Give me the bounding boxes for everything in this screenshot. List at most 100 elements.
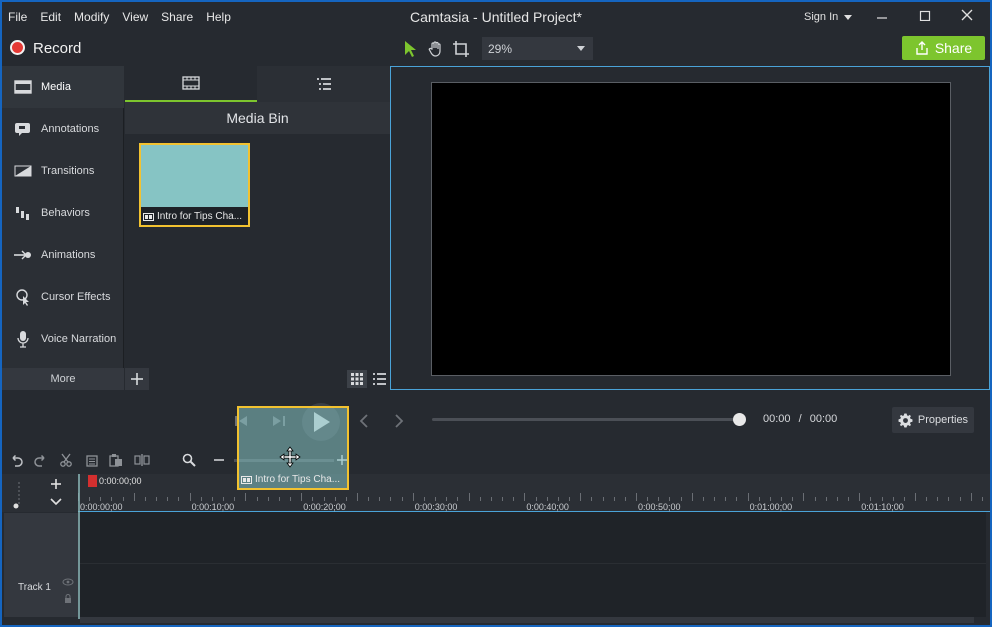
clip-name: Intro for Tips Cha... xyxy=(255,474,341,485)
ruler-tick xyxy=(903,497,905,501)
scrubber-handle[interactable] xyxy=(733,413,746,426)
ruler-tick xyxy=(368,497,370,501)
ruler-tick xyxy=(513,497,515,501)
playback-scrubber[interactable] xyxy=(432,418,740,421)
tool-cursor-effects[interactable]: Cursor Effects xyxy=(2,276,124,318)
playhead-marker[interactable] xyxy=(88,475,97,487)
tool-behaviors[interactable]: Behaviors xyxy=(2,192,124,234)
track-name: Track 1 xyxy=(18,582,51,593)
tool-annotations[interactable]: Annotations xyxy=(2,108,124,150)
media-clip-thumbnail[interactable]: Intro for Tips Cha... xyxy=(139,143,250,227)
film-icon xyxy=(182,76,200,90)
add-tool-button[interactable] xyxy=(125,368,149,390)
ruler-tick xyxy=(926,497,928,501)
properties-label: Properties xyxy=(917,414,969,426)
ruler-tick xyxy=(814,497,816,501)
track-zoom-slider[interactable] xyxy=(12,480,26,510)
ruler-tick xyxy=(267,497,269,501)
pan-tool-button[interactable] xyxy=(425,38,447,60)
ruler-tick xyxy=(714,497,716,501)
tool-animations[interactable]: Animations xyxy=(2,234,124,276)
split-button[interactable] xyxy=(132,451,152,469)
zoom-out-button[interactable] xyxy=(209,451,229,469)
ruler-tick xyxy=(658,497,660,501)
lock-icon[interactable] xyxy=(64,593,72,607)
timeline-ruler[interactable]: 0:00:00;00 0:00:10;00 0:00:20;00 0:00:30;00… xyxy=(78,474,990,512)
ruler-tick xyxy=(423,497,425,501)
minimize-button[interactable] xyxy=(872,8,892,26)
gear-icon xyxy=(898,412,913,428)
ruler-tick xyxy=(412,493,414,501)
ruler-tick xyxy=(256,497,258,501)
list-icon xyxy=(317,78,331,90)
maximize-button[interactable] xyxy=(915,8,935,26)
ruler-tick xyxy=(613,497,615,501)
crop-tool-button[interactable] xyxy=(450,38,472,60)
track-divider xyxy=(80,563,986,564)
video-clip-icon xyxy=(241,475,252,484)
ruler-tick xyxy=(156,497,158,501)
track-1-lane[interactable] xyxy=(80,512,986,617)
collapse-tracks-button[interactable] xyxy=(46,494,66,510)
add-track-button[interactable] xyxy=(46,476,66,492)
ruler-tick xyxy=(624,497,626,501)
ruler-tick xyxy=(133,493,135,501)
grid-view-button[interactable] xyxy=(347,370,367,388)
ruler-tick xyxy=(111,497,113,501)
zoom-search-button[interactable] xyxy=(179,451,199,469)
ruler-tick xyxy=(981,497,983,501)
share-button[interactable]: Share xyxy=(902,36,985,60)
track-header[interactable] xyxy=(4,512,78,617)
paste-icon xyxy=(109,454,122,467)
select-tool-button[interactable] xyxy=(399,38,421,60)
preview-canvas[interactable] xyxy=(431,82,951,376)
list-icon xyxy=(372,373,386,385)
undo-button[interactable] xyxy=(6,451,26,469)
tab-media-bin[interactable] xyxy=(125,66,257,102)
sign-in-menu[interactable]: Sign In xyxy=(804,11,853,23)
record-button-label[interactable]: Record xyxy=(33,40,81,57)
ruler-tick xyxy=(736,497,738,501)
timeline-header-controls xyxy=(2,474,78,512)
previous-clip-button[interactable] xyxy=(353,410,375,432)
chevron-left-icon xyxy=(359,414,368,428)
paste-button[interactable] xyxy=(106,451,126,469)
ruler-tick xyxy=(278,497,280,501)
tool-voice-narration[interactable]: Voice Narration xyxy=(2,318,124,360)
close-button[interactable] xyxy=(957,8,977,26)
move-cursor-icon xyxy=(279,446,301,471)
eye-icon[interactable] xyxy=(62,575,74,589)
cut-button[interactable] xyxy=(56,451,76,469)
ruler-tick xyxy=(803,493,805,501)
zoom-dropdown[interactable]: 29% xyxy=(482,37,593,60)
timeline-scrollbar[interactable] xyxy=(80,617,974,623)
undo-icon xyxy=(12,454,23,467)
ruler-tick xyxy=(189,493,191,501)
copy-button[interactable] xyxy=(82,451,102,469)
ruler-tick xyxy=(691,493,693,501)
more-tools-button[interactable]: More xyxy=(2,368,124,390)
plus-icon xyxy=(131,373,143,385)
tool-media[interactable]: Media xyxy=(2,66,124,108)
tab-library[interactable] xyxy=(258,66,390,102)
split-icon xyxy=(134,454,150,466)
redo-icon xyxy=(34,454,45,467)
ruler-tick xyxy=(524,493,526,501)
ruler-tick xyxy=(468,493,470,501)
chevron-down-icon xyxy=(50,498,62,506)
redo-button[interactable] xyxy=(31,451,51,469)
annotation-icon xyxy=(12,120,34,138)
properties-button[interactable]: Properties xyxy=(892,407,974,433)
tool-transitions[interactable]: Transitions xyxy=(2,150,124,192)
record-icon[interactable] xyxy=(10,40,25,55)
ruler-tick xyxy=(301,493,303,501)
ruler-tick xyxy=(825,497,827,501)
ruler-tick xyxy=(836,497,838,501)
ruler-tick xyxy=(490,497,492,501)
next-clip-button[interactable] xyxy=(388,410,410,432)
ruler-tick xyxy=(937,497,939,501)
ruler-tick xyxy=(792,497,794,501)
list-view-button[interactable] xyxy=(370,370,388,388)
ruler-tick xyxy=(379,497,381,501)
ruler-tick xyxy=(535,497,537,501)
